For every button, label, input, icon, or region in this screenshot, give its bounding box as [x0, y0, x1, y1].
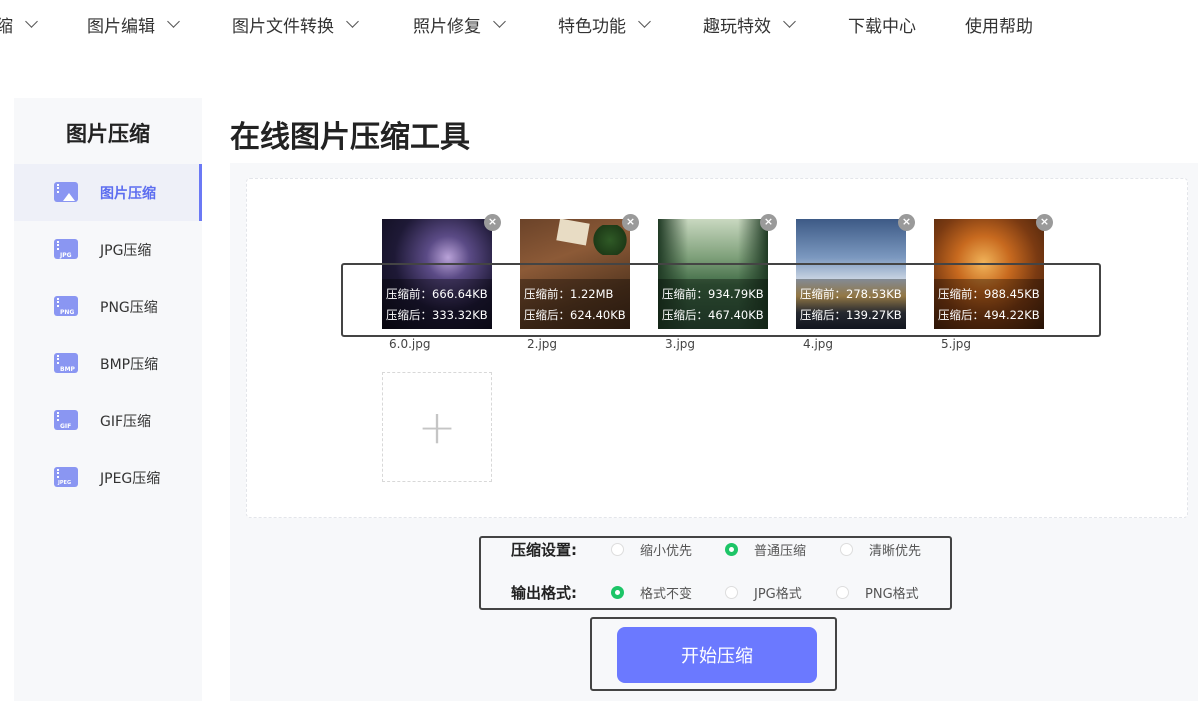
file-name: 2.jpg [527, 337, 558, 351]
file-name: 4.jpg [803, 337, 834, 351]
size-info: 压缩前：666.64KB 压缩后：333.32KB [382, 279, 492, 329]
radio-shrink-first[interactable]: 缩小优先 [611, 540, 692, 559]
size-before: 压缩前：666.64KB [386, 287, 488, 301]
file-name: 3.jpg [665, 337, 696, 351]
remove-file-button[interactable]: × [898, 214, 915, 231]
radio-keep-format[interactable]: 格式不变 [611, 583, 692, 602]
size-info: 压缩前：988.45KB 压缩后：494.22KB [934, 279, 1044, 329]
gif-file-icon: GIF [54, 409, 80, 432]
size-before: 压缩前：1.22MB [524, 287, 614, 301]
radio-dot [611, 543, 624, 556]
size-after: 压缩后：624.40KB [524, 308, 626, 322]
file-name: 5.jpg [941, 337, 972, 351]
chevron-down-icon [783, 15, 796, 28]
remove-file-button[interactable]: × [1036, 214, 1053, 231]
compress-setting-label: 压缩设置: [511, 541, 577, 559]
size-before: 压缩前：934.79KB [662, 287, 764, 301]
image-thumbnail: 压缩前：666.64KB 压缩后：333.32KB [382, 219, 492, 329]
size-after: 压缩后：467.40KB [662, 308, 764, 322]
sidebar-title: 图片压缩 [66, 122, 150, 146]
bmp-file-icon: BMP [54, 352, 80, 375]
chevron-down-icon [493, 15, 506, 28]
nav-item-features[interactable]: 特色功能 [558, 12, 651, 37]
image-thumbnail: 压缩前：278.53KB 压缩后：139.27KB [796, 219, 906, 329]
size-after: 压缩后：333.32KB [386, 308, 488, 322]
size-info: 压缩前：278.53KB 压缩后：139.27KB [796, 279, 906, 329]
jpg-file-icon: JPG [54, 238, 80, 261]
size-after: 压缩后：139.27KB [800, 308, 902, 322]
image-thumbnail: 压缩前：988.45KB 压缩后：494.22KB [934, 219, 1044, 329]
nav-item-download[interactable]: 下载中心 [848, 12, 916, 37]
jpeg-file-icon: JPEG [54, 466, 80, 489]
sidebar-item-png[interactable]: PNG PNG压缩 [14, 278, 202, 335]
chevron-down-icon [638, 15, 651, 28]
nav-item-fun-effects[interactable]: 趣玩特效 [703, 12, 796, 37]
chevron-down-icon [167, 15, 180, 28]
remove-file-button[interactable]: × [622, 214, 639, 231]
remove-file-button[interactable]: × [484, 214, 501, 231]
radio-dot-selected [611, 586, 624, 599]
plus-icon: + [417, 400, 457, 454]
nav-item-photo-repair[interactable]: 照片修复 [413, 12, 506, 37]
radio-clarity-first[interactable]: 清晰优先 [840, 540, 921, 559]
output-format-label: 输出格式: [511, 584, 577, 602]
page-title: 在线图片压缩工具 [230, 120, 470, 155]
radio-dot [836, 586, 849, 599]
radio-dot-selected [725, 543, 738, 556]
radio-dot [725, 586, 738, 599]
size-info: 压缩前：934.79KB 压缩后：467.40KB [658, 279, 768, 329]
add-image-button[interactable]: + [382, 372, 492, 482]
sidebar: 图片压缩 图片压缩 JPG JPG压缩 PNG PNG压缩 BMP BMP压缩 … [14, 98, 202, 701]
file-name: 6.0.jpg [389, 337, 431, 351]
nav-item-compress[interactable]: 缩 [0, 12, 38, 37]
chevron-down-icon [346, 15, 359, 28]
sidebar-item-gif[interactable]: GIF GIF压缩 [14, 392, 202, 449]
nav-item-file-convert[interactable]: 图片文件转换 [232, 12, 359, 37]
radio-png-format[interactable]: PNG格式 [836, 583, 919, 602]
sidebar-item-jpeg[interactable]: JPEG JPEG压缩 [14, 449, 202, 506]
chevron-down-icon [25, 15, 38, 28]
top-nav: 缩 图片编辑 图片文件转换 照片修复 特色功能 趣玩特效 下载中心 使用帮助 [0, 0, 1198, 48]
image-compress-icon [54, 181, 80, 204]
image-thumbnail: 压缩前：934.79KB 压缩后：467.40KB [658, 219, 768, 329]
sidebar-item-jpg[interactable]: JPG JPG压缩 [14, 221, 202, 278]
start-compress-button[interactable]: 开始压缩 [617, 627, 817, 683]
nav-item-help[interactable]: 使用帮助 [965, 12, 1033, 37]
radio-jpg-format[interactable]: JPG格式 [725, 583, 802, 602]
size-info: 压缩前：1.22MB 压缩后：624.40KB [520, 279, 630, 329]
size-after: 压缩后：494.22KB [938, 308, 1040, 322]
size-before: 压缩前：988.45KB [938, 287, 1040, 301]
radio-normal-compress[interactable]: 普通压缩 [725, 540, 806, 559]
size-before: 压缩前：278.53KB [800, 287, 902, 301]
image-thumbnail: 压缩前：1.22MB 压缩后：624.40KB [520, 219, 630, 329]
nav-item-image-edit[interactable]: 图片编辑 [87, 12, 180, 37]
sidebar-item-image-compress[interactable]: 图片压缩 [14, 164, 202, 221]
sidebar-item-bmp[interactable]: BMP BMP压缩 [14, 335, 202, 392]
remove-file-button[interactable]: × [760, 214, 777, 231]
radio-dot [840, 543, 853, 556]
png-file-icon: PNG [54, 295, 80, 318]
